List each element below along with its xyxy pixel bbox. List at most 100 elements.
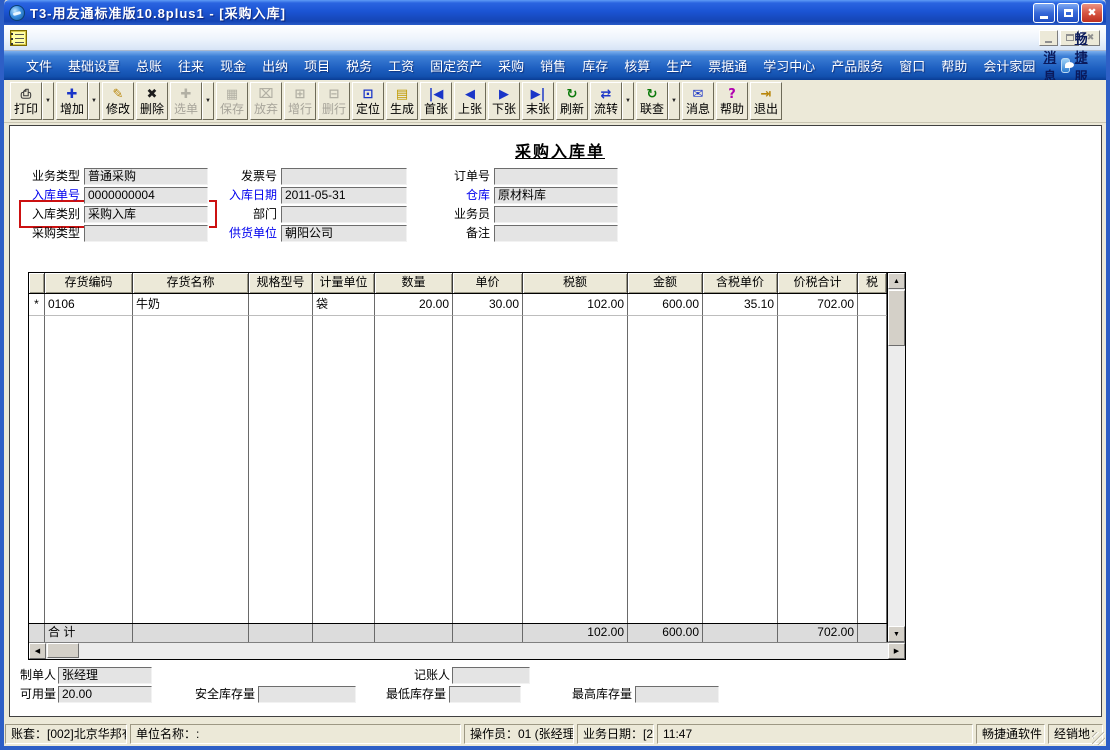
grid-empty-cell[interactable]	[29, 316, 45, 623]
dropdown-arrow-icon[interactable]: ▼	[622, 82, 634, 120]
grid-cell[interactable]: 102.00	[523, 294, 628, 316]
form-field-input[interactable]	[84, 225, 208, 242]
form-field-label[interactable]: 入库日期	[205, 187, 277, 204]
scroll-thumb[interactable]	[47, 643, 79, 658]
menu-item-17[interactable]: 学习中心	[755, 52, 823, 79]
grid-empty-cell[interactable]	[133, 316, 249, 623]
scroll-track[interactable]	[80, 643, 888, 659]
toolbar-button-next[interactable]: ▶下张	[488, 82, 520, 120]
resize-grip[interactable]	[1092, 732, 1105, 745]
form-field-label[interactable]: 供货单位	[205, 225, 277, 242]
scroll-up-icon[interactable]: ▲	[888, 273, 905, 289]
grid-empty-cell[interactable]	[453, 316, 523, 623]
grid-empty-cell[interactable]	[703, 316, 778, 623]
form-field-input[interactable]	[281, 168, 407, 185]
grid-empty-cell[interactable]	[375, 316, 453, 623]
grid-cell[interactable]: 20.00	[375, 294, 453, 316]
toolbar-button-print[interactable]: ⎙打印	[10, 82, 42, 120]
horizontal-scrollbar[interactable]: ◀▶	[29, 642, 905, 659]
form-field-input[interactable]: 原材料库	[494, 187, 618, 204]
toolbar-button-edit[interactable]: ✎修改	[102, 82, 134, 120]
form-field-label[interactable]: 仓库	[428, 187, 490, 204]
minimize-button[interactable]	[1033, 3, 1055, 23]
form-field-input[interactable]: 采购入库	[84, 206, 208, 223]
form-field-label[interactable]: 入库单号	[12, 187, 80, 204]
grid-cell[interactable]: 牛奶	[133, 294, 249, 316]
form-field-input[interactable]	[494, 168, 618, 185]
footer-field-input[interactable]: 20.00	[58, 686, 152, 703]
form-field-input[interactable]: 朝阳公司	[281, 225, 407, 242]
grid-empty-cell[interactable]	[523, 316, 628, 623]
grid-empty-cell[interactable]	[778, 316, 858, 623]
document-icon[interactable]	[10, 30, 27, 46]
close-button[interactable]: ✖	[1081, 3, 1103, 23]
toolbar-button-locate[interactable]: ⊡定位	[352, 82, 384, 120]
grid-cell[interactable]: 600.00	[628, 294, 703, 316]
footer-field-input[interactable]	[258, 686, 356, 703]
menu-item-15[interactable]: 生产	[658, 52, 700, 79]
chat-bubble-icon[interactable]	[1061, 58, 1069, 73]
grid-cell[interactable]: 袋	[313, 294, 375, 316]
scroll-thumb[interactable]	[888, 290, 905, 346]
grid-empty-cell[interactable]	[45, 316, 133, 623]
dropdown-arrow-icon[interactable]: ▼	[42, 82, 54, 120]
scroll-down-icon[interactable]: ▼	[888, 626, 905, 642]
toolbar-button-generate[interactable]: ▤生成	[386, 82, 418, 120]
menu-item-20[interactable]: 帮助	[933, 52, 975, 79]
toolbar-button-query[interactable]: ↻联查	[636, 82, 668, 120]
menu-item-16[interactable]: 票据通	[700, 52, 755, 79]
scroll-right-icon[interactable]: ▶	[888, 643, 905, 659]
toolbar-button-help[interactable]: ?帮助	[716, 82, 748, 120]
grid-empty-cell[interactable]	[313, 316, 375, 623]
menu-item-18[interactable]: 产品服务	[823, 52, 891, 79]
toolbar-button-message[interactable]: ✉消息	[682, 82, 714, 120]
menu-item-3[interactable]: 总账	[128, 52, 170, 79]
menu-item-19[interactable]: 窗口	[891, 52, 933, 79]
form-field-input[interactable]	[494, 206, 618, 223]
toolbar-button-first[interactable]: |◀首张	[420, 82, 452, 120]
scroll-left-icon[interactable]: ◀	[29, 643, 46, 659]
menu-item-6[interactable]: 出纳	[254, 52, 296, 79]
form-field-input[interactable]: 2011-05-31	[281, 187, 407, 204]
menu-item-21[interactable]: 会计家园	[975, 52, 1043, 79]
toolbar-button-refresh[interactable]: ↻刷新	[556, 82, 588, 120]
grid-cell[interactable]: 35.10	[703, 294, 778, 316]
maximize-button[interactable]	[1057, 3, 1079, 23]
toolbar-button-add-doc[interactable]: ✚增加	[56, 82, 88, 120]
menu-item-9[interactable]: 工资	[380, 52, 422, 79]
grid-cell[interactable]: *	[29, 294, 45, 316]
menu-item-12[interactable]: 销售	[532, 52, 574, 79]
grid-cell[interactable]: 30.00	[453, 294, 523, 316]
grid-cell[interactable]	[249, 294, 313, 316]
footer-field-input[interactable]	[449, 686, 521, 703]
menu-item-5[interactable]: 现金	[212, 52, 254, 79]
dropdown-arrow-icon[interactable]: ▼	[668, 82, 680, 120]
menu-item-11[interactable]: 采购	[490, 52, 532, 79]
vertical-scrollbar[interactable]: ▲▼	[887, 273, 905, 642]
menu-item-4[interactable]: 往来	[170, 52, 212, 79]
form-field-input[interactable]: 普通采购	[84, 168, 208, 185]
grid-cell[interactable]: 0106	[45, 294, 133, 316]
toolbar-button-prev[interactable]: ◀上张	[454, 82, 486, 120]
form-field-input[interactable]: 0000000004	[84, 187, 208, 204]
grid-cell[interactable]: 702.00	[778, 294, 858, 316]
form-field-input[interactable]	[281, 206, 407, 223]
grid-empty-cell[interactable]	[628, 316, 703, 623]
menu-item-13[interactable]: 库存	[574, 52, 616, 79]
menu-item-8[interactable]: 税务	[338, 52, 380, 79]
menu-item-1[interactable]: 文件	[18, 52, 60, 79]
dropdown-arrow-icon[interactable]: ▼	[88, 82, 100, 120]
message-link[interactable]: 消息	[1043, 47, 1056, 85]
toolbar-button-delete[interactable]: ✖删除	[136, 82, 168, 120]
menu-item-14[interactable]: 核算	[616, 52, 658, 79]
footer-field-input[interactable]	[635, 686, 719, 703]
footer-field-input[interactable]: 张经理	[58, 667, 152, 684]
grid-empty-cell[interactable]	[249, 316, 313, 623]
footer-field-input[interactable]	[452, 667, 530, 684]
toolbar-button-exit[interactable]: ⇥退出	[750, 82, 782, 120]
grid-cell[interactable]	[858, 294, 887, 316]
menu-item-10[interactable]: 固定资产	[422, 52, 490, 79]
menu-item-2[interactable]: 基础设置	[60, 52, 128, 79]
toolbar-button-flow[interactable]: ⇄流转	[590, 82, 622, 120]
scroll-track[interactable]	[888, 346, 905, 626]
